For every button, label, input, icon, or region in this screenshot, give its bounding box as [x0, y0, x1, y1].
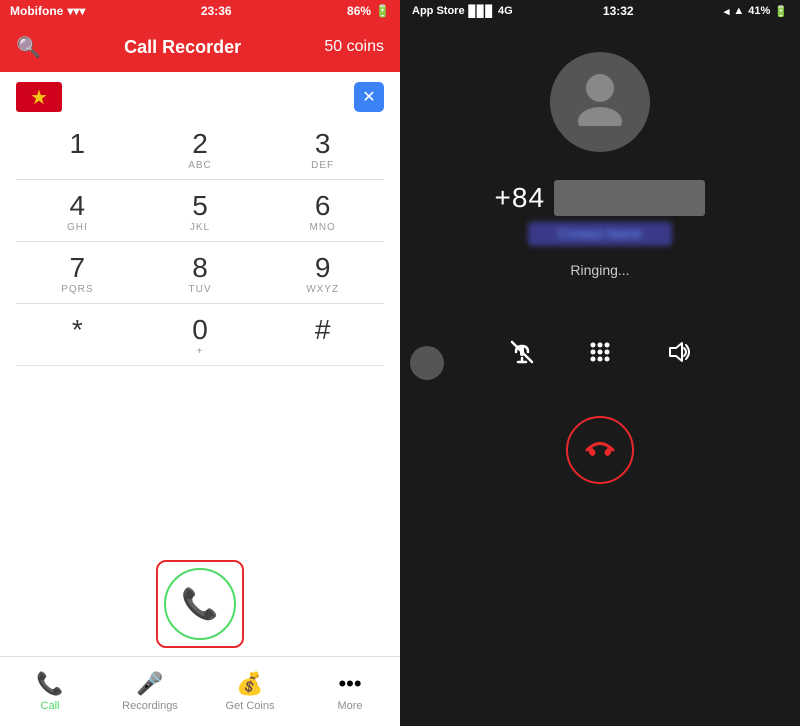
country-code: +84 — [495, 182, 546, 213]
key-1[interactable]: 1 — [16, 118, 139, 180]
speaker-button[interactable] — [664, 338, 692, 366]
country-flag[interactable]: ★ — [16, 82, 62, 112]
key-7[interactable]: 7 PQRS — [16, 242, 139, 304]
flag-star-icon: ★ — [30, 85, 48, 110]
call-button[interactable]: 📞 — [164, 568, 236, 640]
more-tab-label: More — [337, 700, 362, 712]
delete-icon: ✕ — [362, 87, 375, 107]
key-9[interactable]: 9 WXYZ — [261, 242, 384, 304]
recordings-tab-label: Recordings — [122, 700, 178, 712]
person-icon — [570, 66, 630, 139]
header: 🔍 Call Recorder 50 coins — [0, 22, 400, 72]
wifi-icon: ▾▾▾ — [67, 4, 85, 18]
gps-icon: ◂ — [724, 5, 730, 18]
end-call-area — [566, 416, 634, 514]
key-5[interactable]: 5 JKL — [139, 180, 262, 242]
battery-right-icon: 🔋 — [774, 5, 788, 18]
app-store-carrier: App Store ▊▊▊ 4G — [412, 5, 513, 18]
key-4[interactable]: 4 GHI — [16, 180, 139, 242]
caller-number: +84 ····· — [495, 180, 706, 216]
get-coins-tab-icon: 💰 — [236, 671, 263, 697]
call-tab-icon: 📞 — [36, 671, 63, 697]
status-bar-left: Mobifone ▾▾▾ 23:36 86% 🔋 — [0, 0, 400, 22]
tab-bar: 📞 Call 🎤 Recordings 💰 Get Coins ••• More — [0, 656, 400, 726]
key-star[interactable]: * — [16, 304, 139, 366]
alarm-icon: ▲ — [733, 5, 744, 17]
side-volume-button — [410, 346, 444, 380]
call-screen: +84 ····· Contact Name Ringing... — [400, 22, 800, 726]
call-tab-label: Call — [41, 700, 60, 712]
call-controls — [508, 318, 692, 366]
key-2[interactable]: 2 ABC — [139, 118, 262, 180]
phone-icon: 📞 — [181, 587, 218, 622]
carrier-info: Mobifone ▾▾▾ — [10, 4, 85, 18]
time-right: 13:32 — [603, 4, 634, 18]
left-panel: Mobifone ▾▾▾ 23:36 86% 🔋 🔍 Call Recorder… — [0, 0, 400, 726]
recordings-tab-icon: 🎤 — [136, 671, 163, 697]
battery-right-label: 41% — [748, 5, 770, 17]
tab-more[interactable]: ••• More — [300, 665, 400, 718]
key-8[interactable]: 8 TUV — [139, 242, 262, 304]
delete-button[interactable]: ✕ — [354, 82, 384, 112]
app-store-label: App Store — [412, 5, 465, 17]
app-title: Call Recorder — [124, 37, 241, 58]
blurred-number: ····· — [554, 180, 706, 216]
carrier-label: Mobifone — [10, 4, 63, 18]
call-button-wrapper: 📞 — [156, 560, 244, 648]
right-panel: App Store ▊▊▊ 4G 13:32 ◂ ▲ 41% 🔋 +84 ···… — [400, 0, 800, 726]
search-icon[interactable]: 🔍 — [16, 35, 41, 60]
caller-name: Contact Name — [528, 222, 671, 246]
end-call-button[interactable] — [566, 416, 634, 484]
key-hash[interactable]: # — [261, 304, 384, 366]
battery-icon: 🔋 — [375, 4, 390, 18]
dialpad-grid: 1 2 ABC 3 DEF 4 GHI 5 JKL 6 MNO — [16, 118, 384, 366]
key-3[interactable]: 3 DEF — [261, 118, 384, 180]
keypad-button[interactable] — [586, 338, 614, 366]
get-coins-tab-label: Get Coins — [226, 700, 275, 712]
network-type-label: 4G — [498, 5, 513, 17]
battery-info: 86% 🔋 — [347, 4, 390, 18]
more-tab-icon: ••• — [338, 671, 361, 697]
time-left: 23:36 — [201, 4, 232, 18]
call-status: Ringing... — [570, 262, 629, 278]
status-bar-right: App Store ▊▊▊ 4G 13:32 ◂ ▲ 41% 🔋 — [400, 0, 800, 22]
battery-right: ◂ ▲ 41% 🔋 — [724, 5, 788, 18]
coins-label: 50 coins — [324, 38, 384, 56]
flag-row: ★ ✕ — [0, 72, 400, 118]
caller-avatar — [550, 52, 650, 152]
call-button-area: 📞 — [0, 550, 400, 656]
key-0[interactable]: 0 + — [139, 304, 262, 366]
dialpad: 1 2 ABC 3 DEF 4 GHI 5 JKL 6 MNO — [0, 118, 400, 550]
tab-recordings[interactable]: 🎤 Recordings — [100, 665, 200, 718]
tab-get-coins[interactable]: 💰 Get Coins — [200, 665, 300, 718]
tab-call[interactable]: 📞 Call — [0, 665, 100, 718]
signal-bars-icon: ▊▊▊ — [469, 5, 494, 18]
mute-button[interactable] — [508, 338, 536, 366]
battery-label: 86% — [347, 4, 371, 18]
key-6[interactable]: 6 MNO — [261, 180, 384, 242]
